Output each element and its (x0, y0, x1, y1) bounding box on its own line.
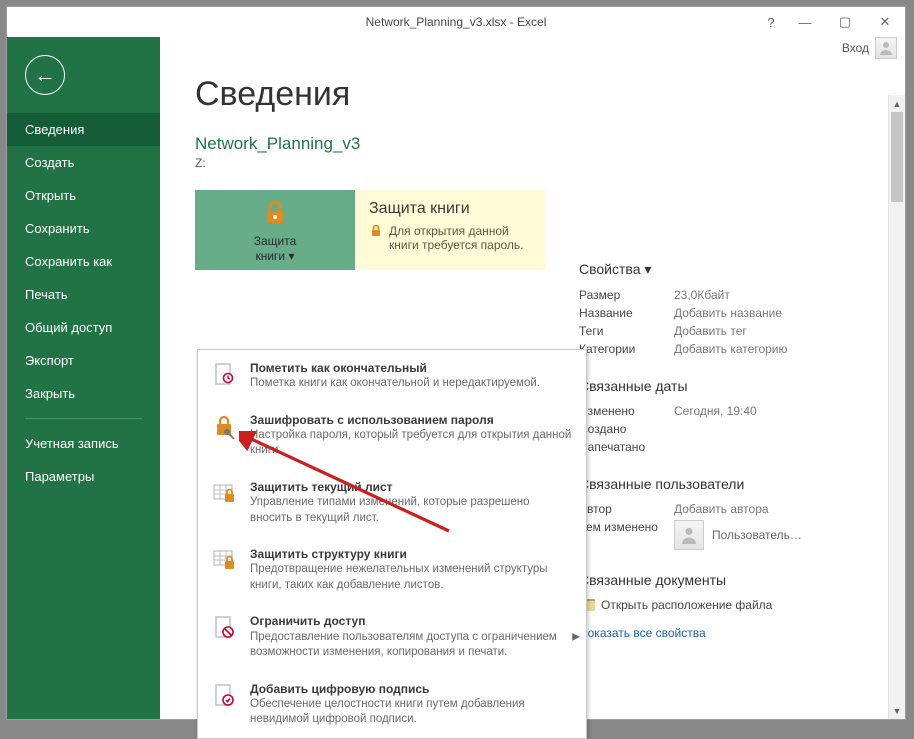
nav-label: Учетная запись (25, 436, 119, 451)
nav-save[interactable]: Сохранить (7, 212, 160, 245)
date-printed: Напечатано (579, 440, 879, 454)
prop-size: Размер23,0Кбайт (579, 288, 879, 302)
back-button[interactable]: ← (25, 55, 65, 95)
app-window: Network_Planning_v3.xlsx - Excel ? — ▢ ✕… (6, 6, 906, 720)
scroll-track[interactable] (889, 112, 905, 702)
prop-tags: ТегиДобавить тег (579, 324, 879, 338)
date-modified: ИзмененоСегодня, 19:40 (579, 404, 879, 418)
nav-close[interactable]: Закрыть (7, 377, 160, 410)
nav-label: Печать (25, 287, 68, 302)
nav-account[interactable]: Учетная запись (7, 427, 160, 460)
nav-share[interactable]: Общий доступ (7, 311, 160, 344)
users-heading: Связанные пользователи (579, 476, 879, 492)
nav-info[interactable]: Сведения (7, 113, 160, 146)
protect-status-title: Защита книги (369, 200, 531, 218)
document-path: Z: (195, 156, 905, 170)
prop-title: НазваниеДобавить название (579, 306, 879, 320)
lock-key-icon (210, 412, 238, 440)
scroll-up-icon[interactable]: ▲ (889, 95, 905, 112)
protect-workbook-button[interactable]: Защита книги ▾ (195, 190, 355, 270)
properties-panel: Свойства ▾ Размер23,0Кбайт НазваниеДобав… (579, 261, 879, 640)
scroll-thumb[interactable] (891, 112, 903, 202)
show-all-properties[interactable]: Показать все свойства (579, 626, 879, 640)
document-signature-icon (210, 681, 238, 709)
lock-icon (260, 197, 290, 230)
document-restrict-icon (210, 613, 238, 641)
nav-label: Создать (25, 155, 74, 170)
last-modified-user[interactable]: Пользователь… (674, 520, 802, 550)
encrypt-with-password[interactable]: Зашифровать с использованием пароляНастр… (198, 402, 586, 469)
window-title: Network_Planning_v3.xlsx - Excel (366, 15, 547, 29)
prop-author: АвторДобавить автора (579, 502, 879, 516)
nav-new[interactable]: Создать (7, 146, 160, 179)
sidebar: ← Сведения Создать Открыть Сохранить Сох… (7, 37, 160, 719)
lock-small-icon (369, 224, 383, 241)
protect-sheet[interactable]: Защитить текущий листУправление типами и… (198, 469, 586, 536)
nav-saveas[interactable]: Сохранить как (7, 245, 160, 278)
protect-row: Защита книги ▾ Защита книги Для открытия… (195, 190, 905, 270)
scroll-down-icon[interactable]: ▼ (889, 702, 905, 719)
date-created: Создано (579, 422, 879, 436)
prop-modified-by: Кем изменено Пользователь… (579, 520, 879, 550)
workbook-lock-icon (210, 546, 238, 574)
restore-button[interactable]: ▢ (825, 8, 865, 36)
nav-label: Сведения (25, 122, 84, 137)
nav-label: Сохранить как (25, 254, 112, 269)
protect-status-desc: Для открытия данной книги требуется паро… (389, 224, 531, 252)
open-file-location[interactable]: Открыть расположение файла (579, 598, 879, 612)
titlebar: Network_Planning_v3.xlsx - Excel ? — ▢ ✕ (7, 7, 905, 37)
properties-heading[interactable]: Свойства ▾ (579, 261, 879, 278)
titlebar-controls: ? — ▢ ✕ (757, 7, 905, 37)
nav-separator (25, 418, 142, 419)
restrict-access[interactable]: Ограничить доступПредоставление пользова… (198, 603, 586, 670)
close-button[interactable]: ✕ (865, 8, 905, 36)
chevron-right-icon: ▶ (572, 631, 580, 642)
nav-label: Сохранить (25, 221, 90, 236)
nav-options[interactable]: Параметры (7, 460, 160, 493)
nav-open[interactable]: Открыть (7, 179, 160, 212)
protect-dropdown: Пометить как окончательныйПометка книги … (197, 349, 587, 739)
nav-print[interactable]: Печать (7, 278, 160, 311)
document-final-icon (210, 360, 238, 388)
protect-status: Защита книги Для открытия данной книги т… (355, 190, 545, 270)
vertical-scrollbar[interactable]: ▲ ▼ (888, 95, 905, 719)
page-title: Сведения (195, 75, 905, 114)
nav-label: Параметры (25, 469, 94, 484)
person-icon (679, 525, 699, 545)
arrow-left-icon: ← (34, 62, 56, 88)
mark-as-final[interactable]: Пометить как окончательныйПометка книги … (198, 350, 586, 402)
nav-export[interactable]: Экспорт (7, 344, 160, 377)
document-name: Network_Planning_v3 (195, 134, 905, 154)
nav-label: Общий доступ (25, 320, 112, 335)
minimize-button[interactable]: — (785, 8, 825, 36)
add-signature[interactable]: Добавить цифровую подписьОбеспечение цел… (198, 671, 586, 738)
docs-heading: Связанные документы (579, 572, 879, 588)
dates-heading: Связанные даты (579, 378, 879, 394)
nav-label: Закрыть (25, 386, 75, 401)
nav-label: Открыть (25, 188, 76, 203)
help-button[interactable]: ? (757, 8, 785, 36)
avatar (674, 520, 704, 550)
nav-label: Экспорт (25, 353, 74, 368)
body: ← Сведения Создать Открыть Сохранить Сох… (7, 37, 905, 719)
prop-categories: КатегорииДобавить категорию (579, 342, 879, 356)
sheet-lock-icon (210, 479, 238, 507)
protect-button-label: Защита книги ▾ (254, 234, 297, 263)
protect-structure[interactable]: Защитить структуру книгиПредотвращение н… (198, 536, 586, 603)
